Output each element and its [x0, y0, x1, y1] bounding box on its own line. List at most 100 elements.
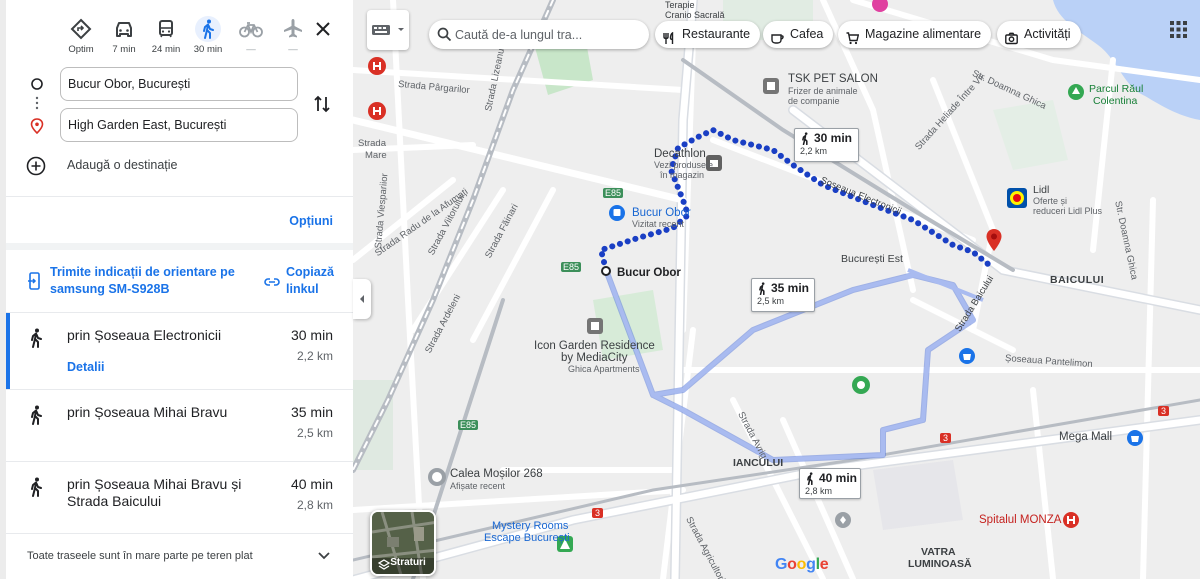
- hospital-icon[interactable]: [368, 57, 386, 80]
- shopping-icon[interactable]: [1127, 430, 1143, 451]
- route-badge-alt-2[interactable]: 40 min 2,8 km: [799, 468, 861, 499]
- close-icon[interactable]: [312, 18, 334, 40]
- mode-label: —: [246, 44, 256, 55]
- mode-driving[interactable]: 7 min: [103, 16, 145, 56]
- mode-cycling[interactable]: —: [230, 16, 272, 56]
- hospital-icon[interactable]: [368, 102, 386, 125]
- input-tools-button[interactable]: [367, 10, 409, 50]
- map-label-ghica: Ghica Apartments: [568, 364, 640, 374]
- divider: [6, 533, 353, 534]
- badge-time: 40 min: [819, 471, 858, 485]
- route-distance: 2,8 km: [296, 498, 333, 512]
- map-label-decathlon-sub2: în magazin: [660, 170, 705, 180]
- map-label-icon-garden: Icon Garden Residence: [534, 340, 655, 352]
- transit-station-icon[interactable]: [609, 205, 625, 226]
- destination-pin-icon: [30, 118, 44, 135]
- mode-label: Optim: [68, 44, 94, 55]
- keyboard-icon: [372, 25, 404, 35]
- apps-grid-icon[interactable]: [1170, 21, 1187, 38]
- send-to-device-link[interactable]: Trimite indicații de orientare pe samsun…: [50, 264, 250, 298]
- walking-icon: [28, 405, 44, 425]
- route-name: prin Șoseaua Electronicii: [67, 327, 222, 343]
- apartment-icon[interactable]: [587, 318, 603, 339]
- map-label-tsk-sub1: Frizer de animale: [788, 86, 858, 96]
- road-shield-3: 3: [1158, 406, 1170, 416]
- route-time: 40 min: [290, 476, 333, 492]
- send-to-device-row: Trimite indicații de orientare pe samsun…: [6, 250, 353, 312]
- origin-input[interactable]: Bucur Obor, București: [60, 67, 298, 101]
- destination-marker-icon[interactable]: [985, 228, 1003, 257]
- chip-restaurants[interactable]: Restaurante: [655, 21, 761, 48]
- directions-panel: Optim 7 min 24 min 30 min — — Bucur Obor…: [6, 0, 353, 579]
- road-shield-e85: E85: [561, 262, 582, 272]
- terrain-note: Toate traseele sunt în mare parte pe ter…: [27, 550, 253, 562]
- route-name: prin Șoseaua Mihai Bravu și Strada Baicu…: [67, 476, 242, 509]
- search-along-route[interactable]: [429, 20, 649, 49]
- lidl-logo-icon[interactable]: [1007, 188, 1027, 213]
- pink-poi-icon[interactable]: [872, 0, 888, 19]
- map-label-colentina: Colentina: [1093, 95, 1138, 107]
- link-icon: [264, 274, 280, 292]
- map-label-lidl: Lidl: [1033, 184, 1050, 196]
- origin-marker-icon[interactable]: [600, 264, 612, 282]
- layers-button[interactable]: Straturi: [370, 510, 436, 576]
- map-label-mega-mall: Mega Mall: [1059, 431, 1113, 443]
- chip-label: Activități: [1024, 27, 1071, 41]
- destination-input[interactable]: High Garden East, București: [60, 108, 298, 142]
- road-shield-e85: E85: [603, 188, 624, 198]
- chip-groceries[interactable]: Magazine alimentare: [838, 21, 992, 48]
- map-label-lidl-sub1: Oferte și: [1033, 196, 1068, 206]
- poi-pin-icon[interactable]: [835, 512, 851, 533]
- search-icon: [437, 27, 452, 42]
- map-label-mystery1: Mystery Rooms: [492, 520, 569, 532]
- road-shield-e85: E85: [458, 420, 479, 430]
- bicycle-icon: [238, 16, 264, 42]
- swap-icon[interactable]: [312, 93, 332, 115]
- route-details-link[interactable]: Detalii: [67, 360, 105, 374]
- best-route-icon: [68, 16, 94, 42]
- route-badge-alt-1[interactable]: 35 min 2,5 km: [751, 278, 815, 312]
- route-option-1[interactable]: prin Șoseaua Electronicii 30 min 2,2 km …: [6, 312, 353, 389]
- cart-icon: [846, 28, 860, 45]
- map-label-icon-garden-2: by MediaCity: [561, 352, 628, 364]
- map-label-tsk: TSK PET SALON: [788, 73, 878, 85]
- shopping-icon[interactable]: [959, 348, 975, 369]
- badge-distance: 2,8 km: [805, 486, 833, 496]
- mode-transit[interactable]: 24 min: [145, 16, 187, 56]
- map-label-decathlon: Decathlon: [654, 148, 706, 160]
- coffee-icon: [771, 28, 784, 44]
- chevron-down-icon[interactable]: [316, 547, 332, 563]
- add-destination-button[interactable]: Adaugă o destinație: [26, 156, 276, 176]
- route-time: 30 min: [290, 327, 333, 343]
- options-link[interactable]: Opțiuni: [289, 214, 333, 228]
- origin-circle-icon: [30, 77, 44, 91]
- map-label-tsk-sub2: de companie: [788, 96, 840, 106]
- mode-best[interactable]: Optim: [60, 16, 102, 56]
- map-label-mystery2: Escape București: [484, 532, 570, 544]
- hospital-icon[interactable]: [1063, 512, 1079, 533]
- history-poi-icon[interactable]: [428, 468, 446, 491]
- collapse-panel-button[interactable]: [353, 279, 371, 319]
- chip-coffee[interactable]: Cafea: [763, 21, 834, 48]
- search-input[interactable]: [455, 25, 641, 44]
- chevron-left-icon: [360, 295, 364, 303]
- route-option-2[interactable]: prin Șoseaua Mihai Bravu 35 min 2,5 km: [6, 389, 353, 461]
- pet-salon-icon[interactable]: [763, 78, 779, 99]
- park-icon[interactable]: [852, 376, 870, 399]
- mode-label: —: [288, 44, 298, 55]
- chip-activities[interactable]: Activități: [997, 21, 1081, 48]
- route-badge-selected[interactable]: 30 min 2,2 km: [794, 128, 859, 162]
- dots-connector-icon: [30, 95, 44, 110]
- route-name: prin Șoseaua Mihai Bravu: [67, 404, 228, 420]
- mode-walking[interactable]: 30 min: [187, 16, 229, 56]
- route-option-3[interactable]: prin Șoseaua Mihai Bravu și Strada Baicu…: [6, 461, 353, 533]
- mode-flight[interactable]: —: [272, 16, 314, 56]
- phone-send-icon: [28, 272, 42, 295]
- flight-icon: [280, 16, 306, 42]
- google-logo: Google: [775, 556, 829, 573]
- park-icon[interactable]: [1068, 84, 1084, 105]
- map-canvas[interactable]: 30 min 2,2 km 35 min 2,5 km 40 min 2,8 k…: [353, 0, 1200, 579]
- map-label-decathlon-sub1: Vezi produsele: [654, 160, 714, 170]
- badge-time: 35 min: [771, 281, 810, 295]
- map-label-afisate: Afișate recent: [450, 481, 506, 491]
